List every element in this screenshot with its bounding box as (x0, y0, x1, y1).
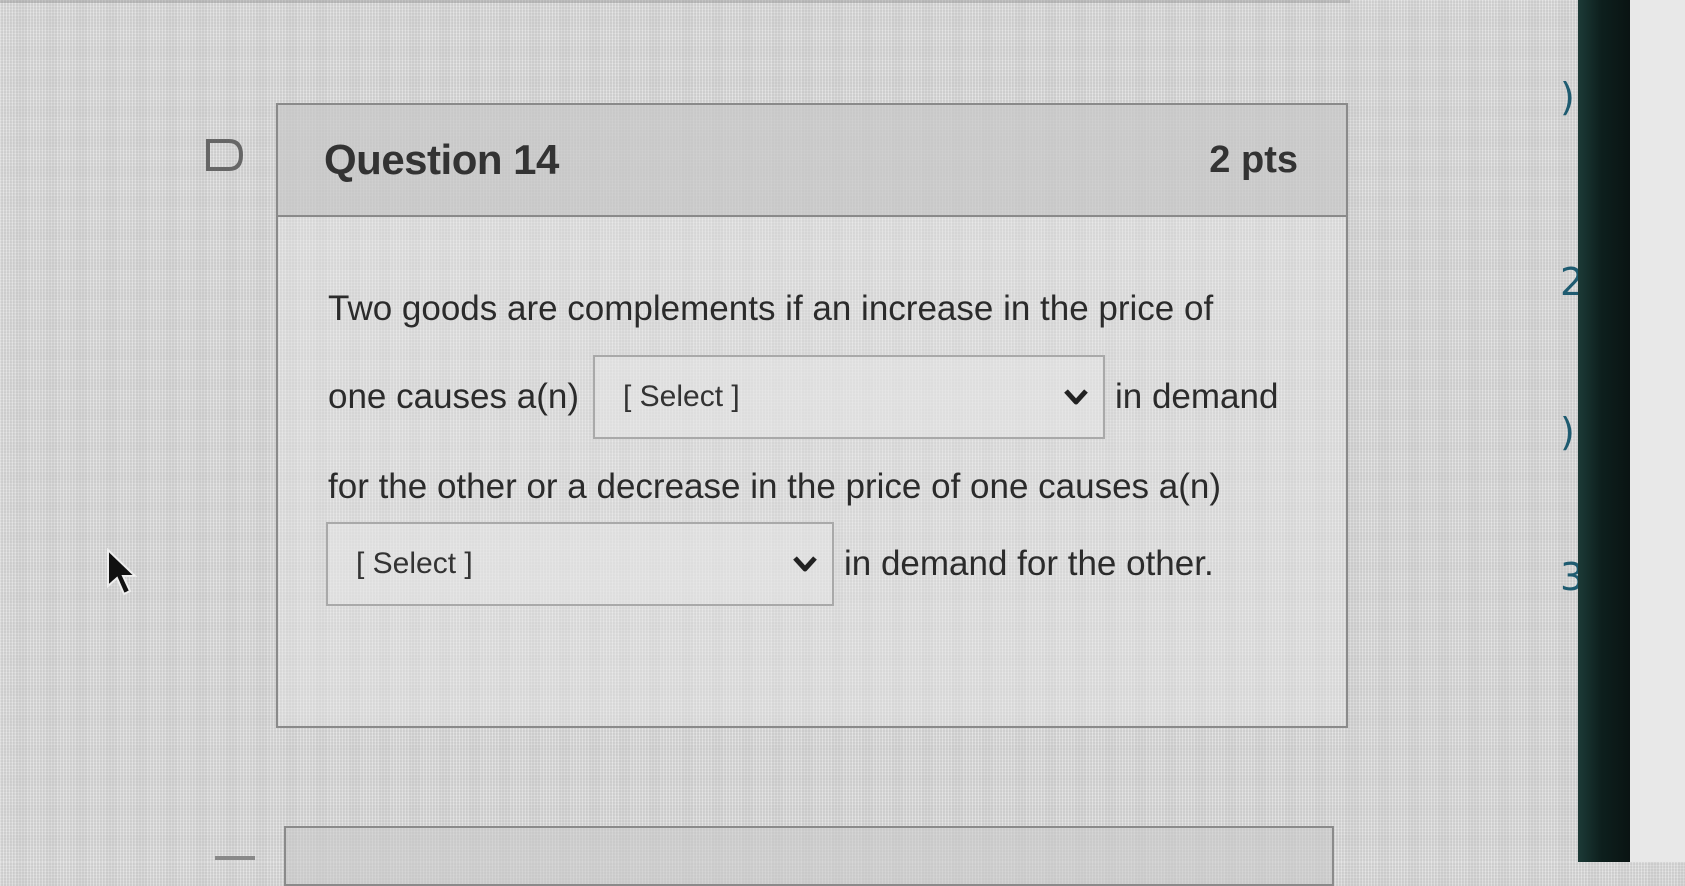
answer-dropdown-2[interactable]: [ Select ] (326, 522, 834, 606)
dropdown-value: [ Select ] (356, 547, 473, 580)
question-points: 2 pts (1209, 138, 1298, 181)
mouse-cursor-icon (107, 548, 138, 596)
dropdown-value: [ Select ] (622, 380, 740, 413)
question-text: in demand for the other. (844, 544, 1214, 583)
question-text-line-1: Two goods are complements if an increase… (328, 289, 1213, 329)
question-text-line-3: for the other or a decrease in the price… (328, 467, 1221, 507)
question-text: in demand (1114, 377, 1279, 416)
question-title: Question 14 (324, 136, 559, 183)
question-text: Two goods are complements if an increase… (328, 289, 1214, 328)
answer-dropdown-1[interactable]: [ Select ] (592, 355, 1105, 439)
flag-question-icon[interactable] (205, 138, 245, 172)
question-text-line-2: one causes a(n) [ Select ] in demand (328, 355, 1278, 439)
background-strip (1630, 0, 1685, 862)
question-body: Two goods are complements if an increase… (278, 217, 1346, 606)
question-text-line-4: [ Select ] in demand for the other. (326, 522, 1214, 606)
question-text: for the other or a decrease in the price… (328, 467, 1222, 506)
next-flag-icon[interactable] (215, 856, 255, 870)
edge-glyph-icon: ) (1560, 410, 1575, 454)
next-question-card (284, 826, 1334, 886)
question-text: one causes a(n) (328, 377, 579, 416)
chevron-down-icon (1064, 389, 1088, 405)
top-divider (0, 0, 1350, 3)
monitor-bezel (1578, 0, 1630, 862)
question-card: Question 14 2 pts Two goods are compleme… (276, 103, 1348, 728)
question-header: Question 14 2 pts (278, 105, 1346, 217)
edge-glyph-icon: ) (1560, 75, 1575, 119)
chevron-down-icon (793, 556, 817, 572)
